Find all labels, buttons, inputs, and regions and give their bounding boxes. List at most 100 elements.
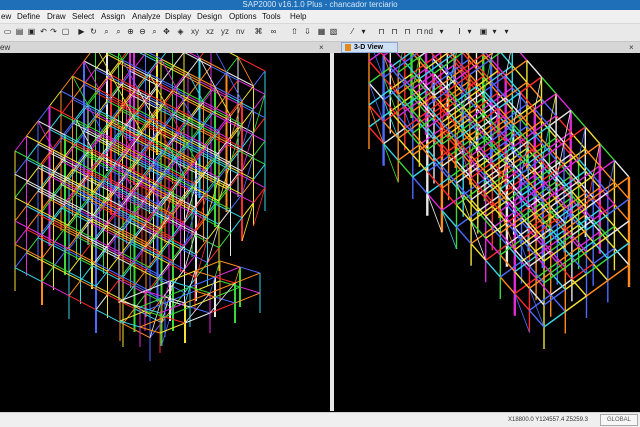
- left-frame-beam: [54, 205, 66, 220]
- pan-icon[interactable]: ✥: [161, 26, 172, 38]
- zoom-out-icon[interactable]: ⊖: [137, 26, 148, 38]
- view-xy-button[interactable]: xy: [191, 26, 199, 38]
- menu-display[interactable]: Display: [165, 11, 191, 22]
- left-annex-beam: [190, 277, 215, 287]
- frame-icon[interactable]: ⊓: [376, 26, 387, 38]
- zoom-window-icon[interactable]: ⌕: [101, 26, 112, 38]
- left-frame-beam: [42, 243, 54, 258]
- zoom-full-icon[interactable]: ⌕: [113, 26, 124, 38]
- left-frame-beam: [100, 98, 112, 113]
- left-frame-beam: [108, 280, 120, 295]
- menu-view[interactable]: ew: [1, 11, 11, 22]
- left-3d-viewport[interactable]: [0, 53, 330, 411]
- view-xz-button[interactable]: xz: [206, 26, 214, 38]
- left-frame-beam: [158, 240, 170, 255]
- tab-left-view[interactable]: ew: [0, 42, 10, 53]
- 3d-view-icon[interactable]: ◈: [175, 26, 186, 38]
- zoom-previous-icon[interactable]: ⌕: [149, 26, 160, 38]
- menu-tools[interactable]: Tools: [262, 11, 281, 22]
- right-3d-viewport[interactable]: [334, 53, 640, 411]
- open-icon[interactable]: ▤: [14, 26, 25, 38]
- menu-analyze[interactable]: Analyze: [132, 11, 160, 22]
- left-frame-brace: [162, 308, 174, 346]
- left-annex-beam: [215, 297, 235, 303]
- left-frame-brace: [196, 193, 208, 231]
- view-nv-button[interactable]: nv: [236, 26, 244, 38]
- nd-button[interactable]: nd: [424, 26, 433, 38]
- left-frame-beam: [123, 285, 135, 300]
- zoom-in-icon[interactable]: ⊕: [125, 26, 136, 38]
- left-frame-beam: [173, 53, 185, 67]
- right-frame-beam: [614, 204, 629, 221]
- run-analysis-icon[interactable]: ▶: [76, 26, 87, 38]
- left-frame-beam: [242, 86, 254, 101]
- left-frame-beam: [231, 218, 243, 233]
- right-frame-beam: [398, 160, 413, 177]
- left-frame-beam: [96, 295, 108, 310]
- left-frame-beam: [231, 194, 243, 209]
- menu-design[interactable]: Design: [197, 11, 222, 22]
- right-structure-model[interactable]: [334, 53, 640, 411]
- left-annex-beam: [165, 287, 190, 297]
- left-frame-beam: [15, 253, 27, 268]
- left-annex-beam: [190, 307, 210, 313]
- left-annex-beam: [235, 273, 260, 283]
- menu-draw[interactable]: Draw: [47, 11, 66, 22]
- close-left-view-icon[interactable]: ×: [319, 42, 324, 53]
- more-icon[interactable]: ▾: [501, 26, 512, 38]
- show-all-icon[interactable]: ▦: [316, 26, 327, 38]
- left-frame-brace: [208, 224, 220, 262]
- perspective-icon[interactable]: ⌘: [253, 26, 264, 38]
- down-arrow-icon[interactable]: ⇩: [302, 26, 313, 38]
- menu-define[interactable]: Define: [17, 11, 40, 22]
- frame-2-icon[interactable]: ⊓: [389, 26, 400, 38]
- close-right-view-icon[interactable]: ×: [629, 42, 634, 53]
- coordinate-system-select[interactable]: GLOBAL: [600, 414, 638, 426]
- left-frame-beam: [27, 191, 39, 206]
- menu-help[interactable]: Help: [290, 11, 306, 22]
- frame-3-icon[interactable]: ⊓: [402, 26, 413, 38]
- view-yz-button[interactable]: yz: [221, 26, 229, 38]
- left-frame-beam: [219, 209, 231, 224]
- left-frame-brace: [254, 188, 266, 226]
- left-frame-beam: [15, 183, 27, 198]
- tab-3d-view[interactable]: 3-D View: [341, 42, 398, 53]
- menu-select[interactable]: Select: [72, 11, 94, 22]
- left-frame-beam: [227, 57, 239, 72]
- restore-icon[interactable]: ▧: [328, 26, 339, 38]
- redo-icon[interactable]: ↷: [48, 26, 59, 38]
- left-structure-model[interactable]: [0, 53, 330, 411]
- menu-options[interactable]: Options: [229, 11, 257, 22]
- save-icon[interactable]: ▣: [26, 26, 37, 38]
- lock-icon[interactable]: ▢: [60, 26, 71, 38]
- left-frame-beam: [27, 214, 39, 229]
- left-frame-beam: [215, 142, 227, 157]
- left-frame-brace: [242, 133, 254, 171]
- right-frame-beam: [442, 210, 457, 227]
- right-frame-brace: [442, 210, 457, 249]
- left-annex-beam: [120, 311, 145, 321]
- dropdown-icon[interactable]: ▾: [358, 26, 369, 38]
- left-frame-beam: [208, 224, 220, 239]
- left-frame-beam: [146, 53, 173, 67]
- dropdown-3-icon[interactable]: ▾: [464, 26, 475, 38]
- left-frame-beam: [27, 121, 39, 136]
- glasses-icon[interactable]: ∞: [268, 26, 279, 38]
- left-annex-beam: [165, 307, 190, 317]
- refresh-icon[interactable]: ↻: [88, 26, 99, 38]
- display-options-icon[interactable]: ▣: [478, 26, 489, 38]
- new-model-icon[interactable]: ▭: [2, 26, 13, 38]
- dropdown-4-icon[interactable]: ▾: [489, 26, 500, 38]
- 3d-view-tab-icon: [345, 44, 351, 51]
- menu-assign[interactable]: Assign: [101, 11, 125, 22]
- assign-icon[interactable]: ⁄: [347, 26, 358, 38]
- left-frame-beam: [254, 71, 266, 86]
- dropdown-2-icon[interactable]: ▾: [436, 26, 447, 38]
- left-frame-beam: [96, 310, 123, 324]
- right-frame-beam: [390, 53, 405, 62]
- up-arrow-icon[interactable]: ⇧: [289, 26, 300, 38]
- left-annex-beam: [240, 267, 260, 273]
- left-frame-brace: [254, 94, 266, 132]
- left-frame-beam: [192, 195, 204, 210]
- left-frame-beam: [162, 284, 174, 299]
